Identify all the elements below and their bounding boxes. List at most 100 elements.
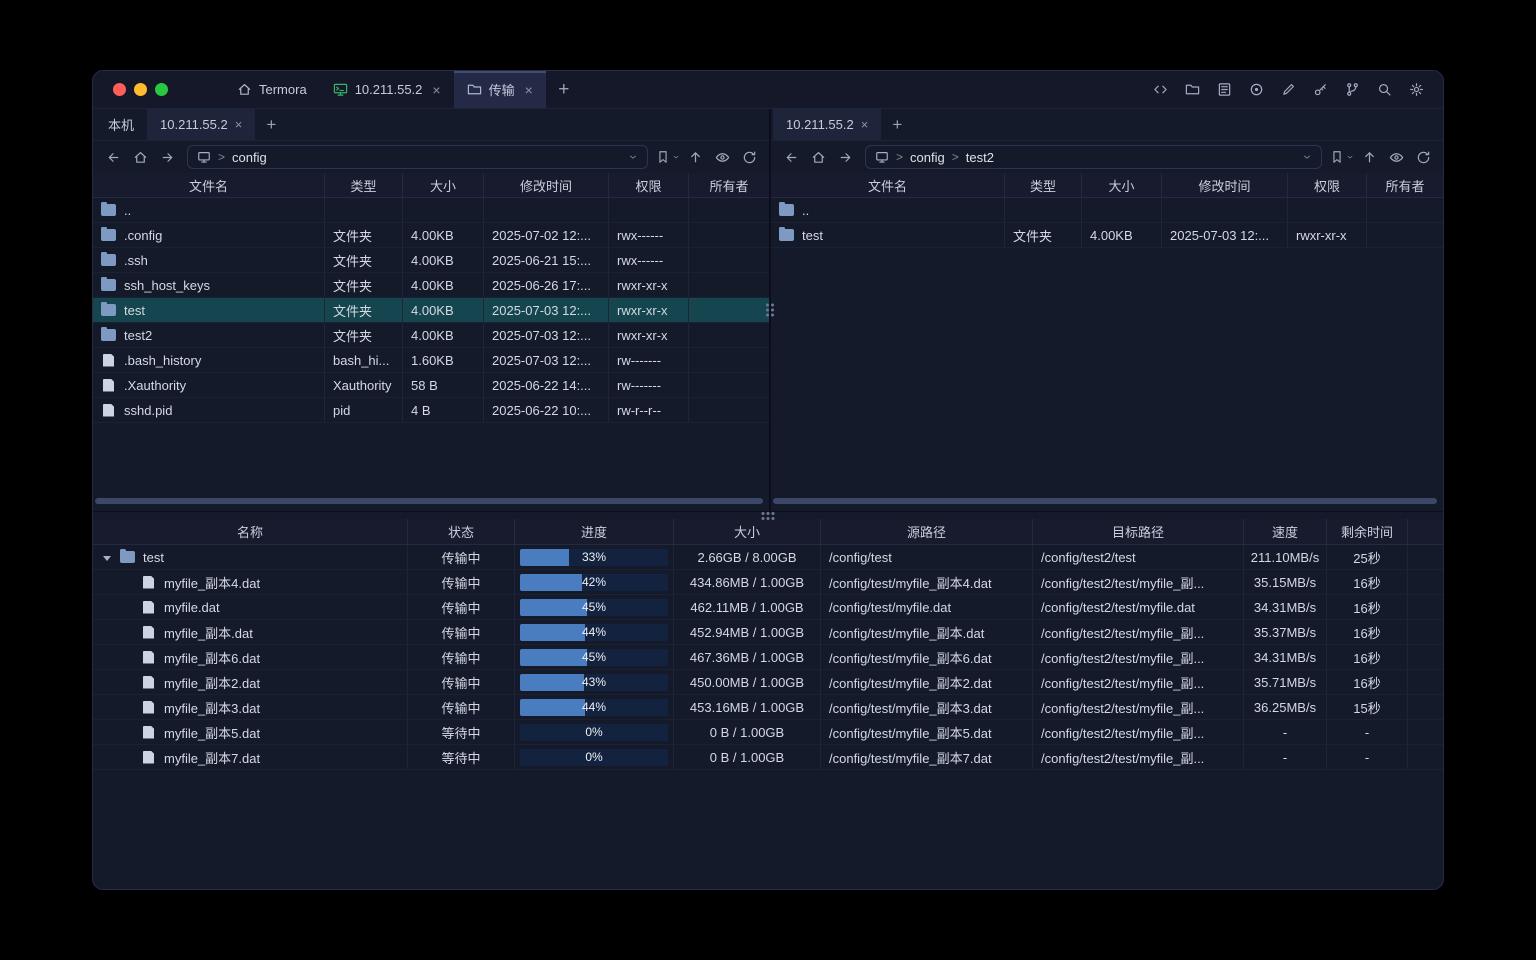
panel-new-tab-button[interactable]: +: [255, 109, 287, 140]
file-row[interactable]: .Xauthority Xauthority 58 B 2025-06-22 1…: [93, 373, 769, 398]
bookmarks-button[interactable]: [655, 145, 681, 169]
transfer-column-header[interactable]: 大小: [674, 519, 821, 544]
file-column-header[interactable]: 大小: [403, 173, 484, 197]
transfer-row[interactable]: myfile.dat 传输中 45% 462.11MB / 1.00GB /co…: [93, 595, 1443, 620]
file-column-header[interactable]: 类型: [1005, 173, 1082, 197]
path-breadcrumb[interactable]: >config: [187, 145, 648, 169]
file-column-header[interactable]: 修改时间: [1162, 173, 1288, 197]
folder-icon[interactable]: [1180, 77, 1205, 102]
settings-icon[interactable]: [1404, 77, 1429, 102]
file-row[interactable]: ..: [93, 198, 769, 223]
transfer-row[interactable]: myfile_副本.dat 传输中 44% 452.94MB / 1.00GB …: [93, 620, 1443, 645]
branch-icon[interactable]: [1340, 77, 1365, 102]
log-icon[interactable]: [1212, 77, 1237, 102]
panel-tab[interactable]: 10.211.55.2 ×: [147, 109, 255, 140]
transfer-column-header[interactable]: 目标路径: [1033, 519, 1244, 544]
breadcrumb-segment[interactable]: config: [232, 150, 267, 165]
file-name: test: [124, 303, 145, 318]
path-breadcrumb[interactable]: >config>test2: [865, 145, 1322, 169]
file-row[interactable]: .config 文件夹 4.00KB 2025-07-02 12:... rwx…: [93, 223, 769, 248]
file-column-header[interactable]: 所有者: [689, 173, 769, 197]
panel-tab[interactable]: 本机: [95, 109, 147, 140]
file-row[interactable]: test 文件夹 4.00KB 2025-07-03 12:... rwxr-x…: [93, 298, 769, 323]
transfer-row[interactable]: test 传输中 33% 2.66GB / 8.00GB /config/tes…: [93, 545, 1443, 570]
panel-new-tab-button[interactable]: +: [881, 109, 913, 140]
transfer-splitter[interactable]: [93, 511, 1443, 519]
transfer-column-header[interactable]: 源路径: [821, 519, 1033, 544]
breadcrumb-dropdown-icon[interactable]: [1302, 152, 1312, 162]
home-button[interactable]: [127, 145, 153, 169]
titlebar-tab[interactable]: 传输 ×: [454, 71, 546, 108]
tree-expand-icon[interactable]: [103, 556, 111, 561]
transfer-status: 传输中: [408, 670, 515, 694]
horizontal-scrollbar[interactable]: [95, 498, 763, 504]
back-button[interactable]: [100, 145, 126, 169]
file-column-header[interactable]: 文件名: [771, 173, 1005, 197]
file-column-header[interactable]: 文件名: [93, 173, 325, 197]
transfer-filler-cell: [1408, 645, 1443, 669]
transfer-column-header[interactable]: 名称: [93, 519, 408, 544]
file-column-header[interactable]: 大小: [1082, 173, 1162, 197]
forward-button[interactable]: [832, 145, 858, 169]
transfer-row[interactable]: myfile_副本6.dat 传输中 45% 467.36MB / 1.00GB…: [93, 645, 1443, 670]
file-row[interactable]: ssh_host_keys 文件夹 4.00KB 2025-06-26 17:.…: [93, 273, 769, 298]
refresh-button[interactable]: [736, 145, 762, 169]
breadcrumb-segment[interactable]: test2: [966, 150, 994, 165]
key-icon[interactable]: [1308, 77, 1333, 102]
file-column-header[interactable]: 所有者: [1367, 173, 1443, 197]
file-row[interactable]: .ssh 文件夹 4.00KB 2025-06-21 15:... rwx---…: [93, 248, 769, 273]
transfer-status: 等待中: [408, 745, 515, 769]
show-hidden-button[interactable]: [1383, 145, 1409, 169]
transfer-row[interactable]: myfile_副本3.dat 传输中 44% 453.16MB / 1.00GB…: [93, 695, 1443, 720]
zoom-window-button[interactable]: [155, 83, 168, 96]
back-button[interactable]: [778, 145, 804, 169]
file-column-header[interactable]: 修改时间: [484, 173, 609, 197]
breadcrumb-segment[interactable]: config: [910, 150, 945, 165]
minimize-window-button[interactable]: [134, 83, 147, 96]
close-window-button[interactable]: [113, 83, 126, 96]
tab-close-icon[interactable]: ×: [525, 83, 533, 97]
panel-tab-label: 10.211.55.2: [786, 117, 854, 132]
transfer-column-header[interactable]: 进度: [515, 519, 674, 544]
titlebar-tab[interactable]: Termora: [224, 71, 320, 108]
file-row[interactable]: sshd.pid pid 4 B 2025-06-22 10:... rw-r-…: [93, 398, 769, 423]
file-row[interactable]: .bash_history bash_hi... 1.60KB 2025-07-…: [93, 348, 769, 373]
transfer-row[interactable]: myfile_副本2.dat 传输中 43% 450.00MB / 1.00GB…: [93, 670, 1443, 695]
file-owner-cell: [689, 323, 769, 347]
file-column-header[interactable]: 类型: [325, 173, 403, 197]
panel-tab-close-icon[interactable]: ×: [861, 118, 869, 131]
search-icon[interactable]: [1372, 77, 1397, 102]
home-button[interactable]: [805, 145, 831, 169]
record-icon[interactable]: [1244, 77, 1269, 102]
edit-icon[interactable]: [1276, 77, 1301, 102]
file-name-cell: sshd.pid: [93, 398, 325, 422]
transfer-target-path: /config/test2/test/myfile_副...: [1033, 695, 1244, 719]
show-hidden-button[interactable]: [709, 145, 735, 169]
horizontal-scrollbar[interactable]: [773, 498, 1437, 504]
transfer-progress-cell: 0%: [515, 720, 674, 744]
code-icon[interactable]: [1148, 77, 1173, 102]
transfer-column-header[interactable]: 速度: [1244, 519, 1327, 544]
forward-button[interactable]: [154, 145, 180, 169]
breadcrumb-dropdown-icon[interactable]: [628, 152, 638, 162]
refresh-button[interactable]: [1410, 145, 1436, 169]
panel-tab-close-icon[interactable]: ×: [235, 118, 243, 131]
transfer-column-header[interactable]: 剩余时间: [1327, 519, 1408, 544]
transfer-row[interactable]: myfile_副本4.dat 传输中 42% 434.86MB / 1.00GB…: [93, 570, 1443, 595]
transfer-row[interactable]: myfile_副本5.dat 等待中 0% 0 B / 1.00GB /conf…: [93, 720, 1443, 745]
file-column-header[interactable]: 权限: [1288, 173, 1367, 197]
panel-splitter[interactable]: [769, 109, 771, 511]
parent-dir-button[interactable]: [682, 145, 708, 169]
tab-close-icon[interactable]: ×: [432, 83, 440, 97]
file-row[interactable]: test 文件夹 4.00KB 2025-07-03 12:... rwxr-x…: [771, 223, 1443, 248]
titlebar-tab[interactable]: 10.211.55.2 ×: [320, 71, 454, 108]
new-tab-button[interactable]: +: [546, 71, 582, 108]
file-row[interactable]: test2 文件夹 4.00KB 2025-07-03 12:... rwxr-…: [93, 323, 769, 348]
transfer-row[interactable]: myfile_副本7.dat 等待中 0% 0 B / 1.00GB /conf…: [93, 745, 1443, 770]
panel-tab[interactable]: 10.211.55.2 ×: [773, 109, 881, 140]
file-column-header[interactable]: 权限: [609, 173, 689, 197]
parent-dir-button[interactable]: [1356, 145, 1382, 169]
transfer-column-header[interactable]: 状态: [408, 519, 515, 544]
file-row[interactable]: ..: [771, 198, 1443, 223]
bookmarks-button[interactable]: [1329, 145, 1355, 169]
